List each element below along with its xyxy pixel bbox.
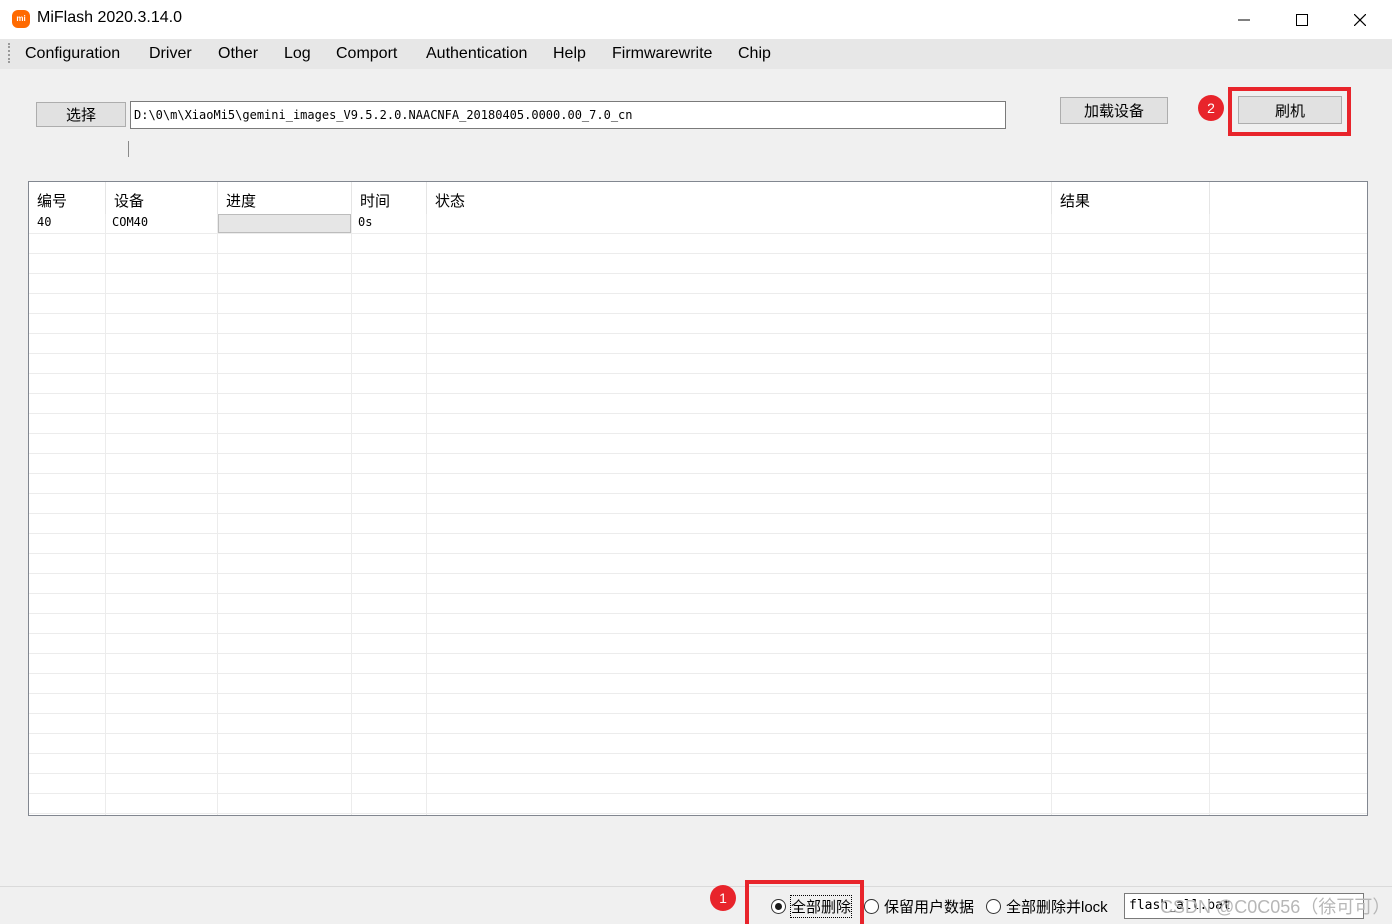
col-header-status[interactable]: 状态 — [427, 182, 1052, 214]
maximize-icon — [1296, 13, 1308, 26]
select-folder-button[interactable]: 选择 — [36, 102, 126, 127]
menu-log[interactable]: Log — [284, 45, 311, 63]
column-divider — [105, 182, 106, 815]
load-devices-button[interactable]: 加载设备 — [1060, 97, 1168, 124]
menu-grip-icon — [8, 43, 11, 63]
radio-label-clean-all-and-lock: 全部删除并lock — [1006, 898, 1108, 916]
clean-all-highlight — [745, 880, 864, 924]
step-badge-2: 2 — [1198, 95, 1224, 121]
device-table: 编号 设备 进度 时间 状态 结果 40 COM40 0s — [28, 181, 1368, 816]
title-bar: mi MiFlash 2020.3.14.0 — [0, 0, 1392, 39]
close-icon — [1354, 13, 1366, 26]
maximize-button[interactable] — [1273, 0, 1331, 39]
minimize-button[interactable] — [1215, 0, 1273, 39]
menu-firmwarewrite[interactable]: Firmwarewrite — [612, 45, 712, 63]
flash-button-highlight — [1228, 87, 1351, 136]
cell-id: 40 — [37, 215, 52, 229]
col-header-id[interactable]: 编号 — [29, 182, 106, 214]
text-caret — [128, 141, 129, 157]
cell-time: 0s — [358, 215, 373, 229]
column-divider — [1209, 182, 1210, 815]
menu-driver[interactable]: Driver — [149, 45, 192, 63]
column-divider — [351, 182, 352, 815]
cell-device: COM40 — [112, 215, 149, 229]
menu-other[interactable]: Other — [218, 45, 258, 63]
column-divider — [217, 182, 218, 815]
radio-clean-all-and-lock[interactable]: 全部删除并lock — [986, 893, 1108, 919]
radio-unselected-icon — [986, 898, 1001, 914]
col-header-time[interactable]: 时间 — [352, 182, 427, 214]
table-header: 编号 设备 进度 时间 状态 结果 — [29, 182, 1367, 214]
column-divider — [426, 182, 427, 815]
menu-help[interactable]: Help — [553, 45, 586, 63]
menu-bar: Configuration Driver Other Log Comport A… — [0, 39, 1392, 69]
table-row-lines — [29, 214, 1367, 814]
col-header-device[interactable]: 设备 — [106, 182, 218, 214]
csdn-watermark: CSDN @C0C056（徐可可） — [1160, 897, 1391, 917]
close-button[interactable] — [1331, 0, 1389, 39]
radio-unselected-icon — [864, 898, 879, 914]
col-header-progress[interactable]: 进度 — [218, 182, 352, 214]
menu-authentication[interactable]: Authentication — [426, 45, 527, 63]
step-badge-1: 1 — [710, 885, 736, 911]
miflash-logo-icon: mi — [12, 10, 30, 28]
window-title: MiFlash 2020.3.14.0 — [37, 9, 182, 26]
progress-bar — [218, 214, 351, 233]
menu-comport[interactable]: Comport — [336, 45, 397, 63]
minimize-icon — [1238, 19, 1250, 20]
radio-save-user-data[interactable]: 保留用户数据 — [864, 893, 974, 919]
radio-label-save-user-data: 保留用户数据 — [884, 898, 975, 916]
menu-chip[interactable]: Chip — [738, 45, 771, 63]
col-header-result[interactable]: 结果 — [1052, 182, 1210, 214]
menu-configuration[interactable]: Configuration — [25, 45, 120, 63]
column-divider — [1051, 182, 1052, 815]
rom-path-input[interactable]: D:\0\m\XiaoMi5\gemini_images_V9.5.2.0.NA… — [130, 101, 1006, 129]
